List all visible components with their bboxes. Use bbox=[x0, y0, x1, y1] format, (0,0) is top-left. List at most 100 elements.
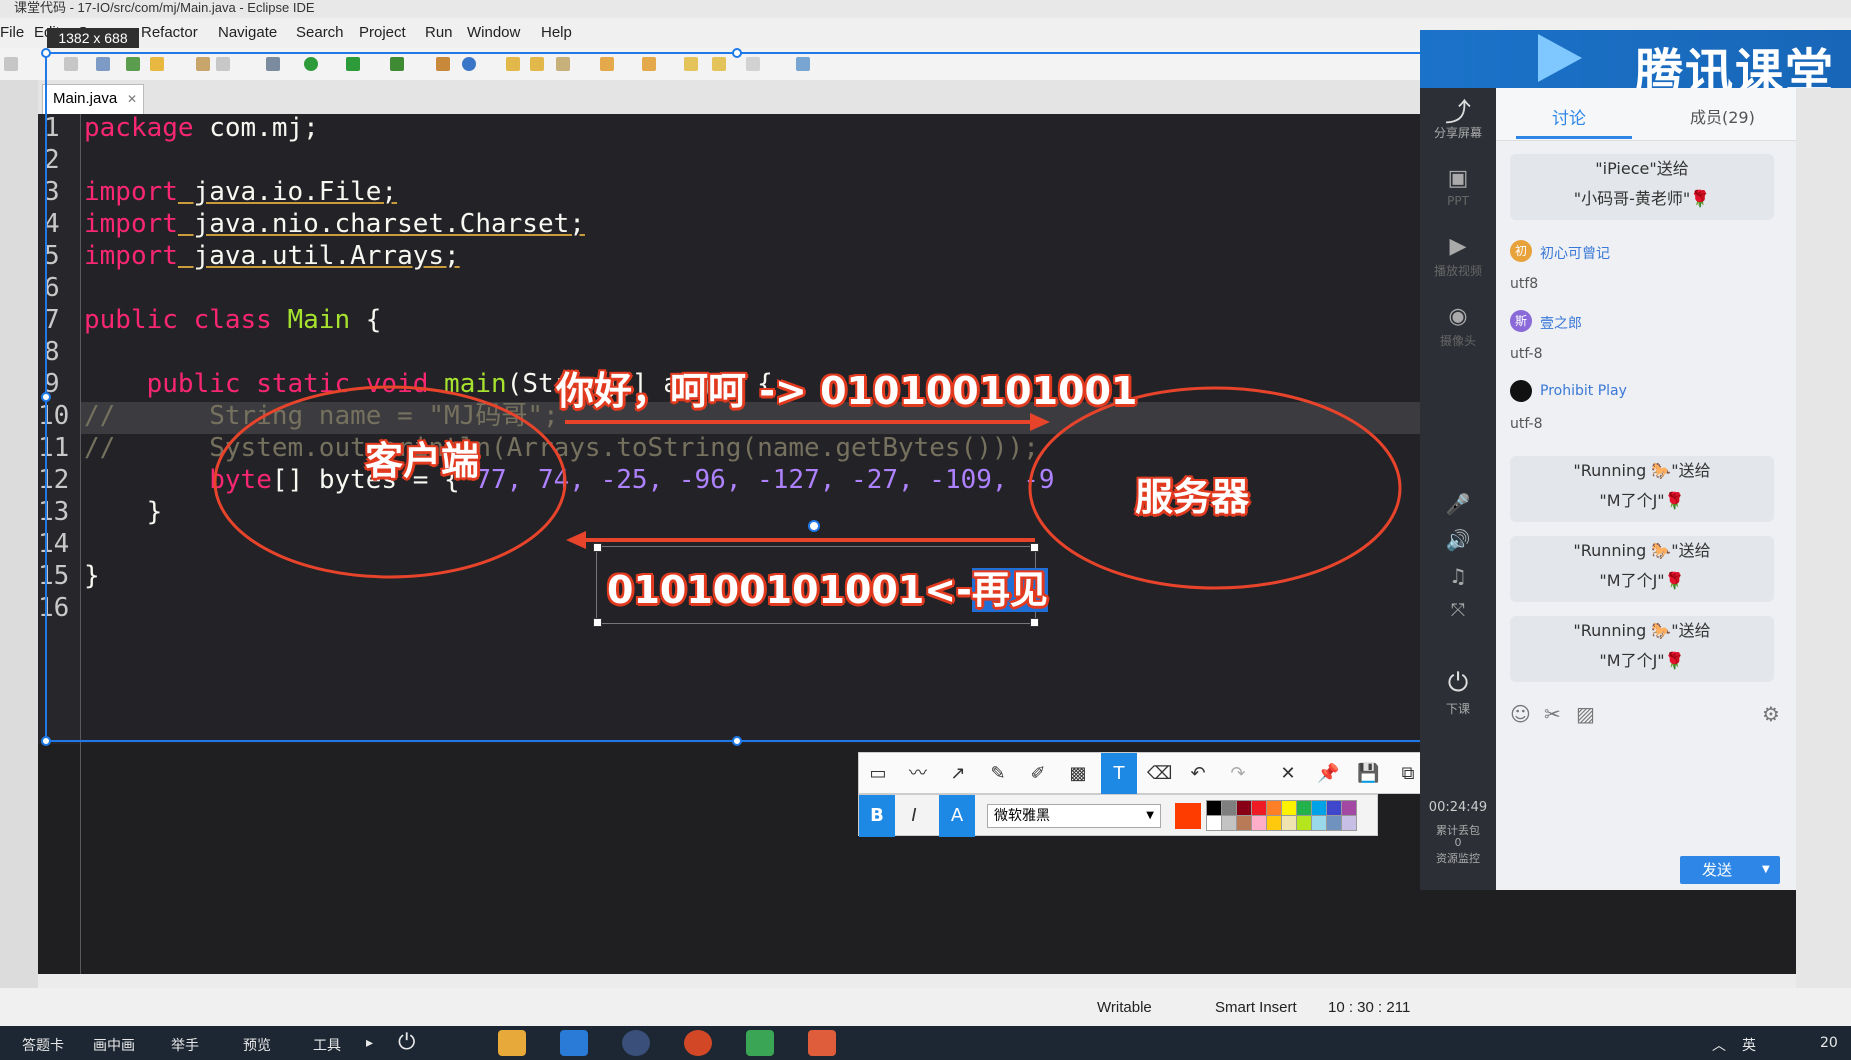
gear-icon[interactable]: ⚙ bbox=[1762, 702, 1780, 726]
color-swatch[interactable] bbox=[1236, 815, 1252, 831]
tab-members[interactable]: 成员(29) bbox=[1690, 104, 1755, 128]
active-tab-indicator bbox=[1516, 136, 1632, 139]
color-swatch[interactable] bbox=[1206, 800, 1222, 816]
camtasia-icon[interactable] bbox=[746, 1030, 774, 1056]
shape-icon[interactable]: ▭ bbox=[867, 763, 889, 785]
end-class-label: 下课 bbox=[1445, 702, 1470, 716]
gift-line: "M了个J"🌹 bbox=[1599, 491, 1685, 510]
drawing-tools-row: ▭ 〰 ↗ ✎ ✐ ▩ T ⌫ ↶ ↷ ✕ 📌 💾 ⧉ bbox=[858, 752, 1424, 795]
fullscreen-icon[interactable]: ⤧ bbox=[1420, 600, 1496, 621]
video-icon[interactable]: ▶ bbox=[1420, 234, 1496, 259]
writable-status: Writable bbox=[1097, 999, 1152, 1016]
chevron-down-icon[interactable]: ▼ bbox=[1762, 856, 1770, 884]
ppt-label: PPT bbox=[1447, 194, 1469, 208]
undo-icon[interactable]: ↶ bbox=[1187, 763, 1209, 785]
scissors-icon[interactable]: ✂ bbox=[1544, 702, 1561, 726]
gift-line: "Running 🐎"送给 bbox=[1573, 621, 1711, 640]
color-swatch[interactable] bbox=[1281, 815, 1297, 831]
discussion-panel: 讨论 成员(29) "iPiece"送给 "小码哥-黄老师"🌹 初 初心可曾记 … bbox=[1496, 88, 1796, 890]
share-screen-label: 分享屏幕 bbox=[1433, 126, 1482, 140]
clock: 20 bbox=[1820, 1035, 1838, 1051]
color-swatch[interactable] bbox=[1206, 815, 1222, 831]
chat-message: utf-8 bbox=[1510, 346, 1543, 362]
color-swatch[interactable] bbox=[1311, 815, 1327, 831]
color-swatch[interactable] bbox=[1326, 800, 1342, 816]
speaker-icon[interactable]: 🔊 bbox=[1420, 528, 1496, 552]
copy-icon[interactable]: ⧉ bbox=[1397, 763, 1419, 785]
class-timer: 00:24:49 bbox=[1428, 800, 1488, 815]
marker-icon[interactable]: ✐ bbox=[1027, 763, 1049, 785]
color-swatch[interactable] bbox=[1281, 800, 1297, 816]
gift-line: "小码哥-黄老师"🌹 bbox=[1573, 189, 1711, 208]
color-swatch[interactable] bbox=[1251, 800, 1267, 816]
raise-hand-button[interactable]: 举手 bbox=[171, 1035, 199, 1055]
cursor-position: 10 : 30 : 211 bbox=[1328, 999, 1411, 1016]
selection-handle[interactable] bbox=[41, 392, 51, 402]
text-tool-icon[interactable]: T bbox=[1101, 753, 1137, 795]
color-swatch[interactable] bbox=[1236, 800, 1252, 816]
italic-button[interactable]: I bbox=[903, 805, 925, 827]
answer-card-button[interactable]: 答题卡 bbox=[22, 1035, 64, 1055]
pen-icon[interactable]: ✎ bbox=[987, 763, 1009, 785]
color-swatch[interactable] bbox=[1296, 800, 1312, 816]
current-color-swatch[interactable] bbox=[1175, 803, 1201, 829]
color-swatch[interactable] bbox=[1311, 800, 1327, 816]
power-icon[interactable]: ⏻ bbox=[398, 1030, 415, 1055]
input-method-indicator[interactable]: 英 bbox=[1742, 1035, 1756, 1055]
mosaic-icon[interactable]: ▩ bbox=[1067, 763, 1089, 785]
selection-handle[interactable] bbox=[41, 736, 51, 746]
arrow-icon[interactable]: ↗ bbox=[947, 763, 969, 785]
color-swatch[interactable] bbox=[1221, 815, 1237, 831]
microphone-icon[interactable]: 🎤 bbox=[1420, 492, 1496, 516]
chevron-down-icon: ▼ bbox=[1146, 810, 1154, 821]
selection-handle[interactable] bbox=[732, 736, 742, 746]
tencent-header: 腾讯课堂 bbox=[1420, 30, 1851, 100]
color-swatch[interactable] bbox=[1341, 815, 1357, 831]
color-swatch[interactable] bbox=[1251, 815, 1267, 831]
font-name: 微软雅黑 bbox=[994, 808, 1050, 824]
close-icon[interactable]: ✕ bbox=[1277, 763, 1299, 785]
save-icon[interactable]: 💾 bbox=[1357, 763, 1379, 785]
play-icon[interactable]: ▸ bbox=[366, 1035, 373, 1051]
end-class-icon[interactable]: ⏻ bbox=[1420, 668, 1496, 699]
color-swatch[interactable] bbox=[1221, 800, 1237, 816]
freehand-icon[interactable]: 〰 bbox=[907, 763, 929, 785]
music-icon[interactable]: ♫ bbox=[1420, 564, 1496, 588]
chat-username[interactable]: 壹之郎 bbox=[1540, 313, 1582, 333]
color-swatch[interactable] bbox=[1266, 815, 1282, 831]
chat-username[interactable]: 初心可曾记 bbox=[1540, 243, 1610, 263]
preview-button[interactable]: 预览 bbox=[243, 1035, 271, 1055]
color-swatch[interactable] bbox=[1296, 815, 1312, 831]
emoji-icon[interactable]: ☺ bbox=[1510, 702, 1531, 726]
avatar bbox=[1510, 380, 1532, 402]
text-color-button[interactable]: A bbox=[939, 795, 975, 837]
color-swatch[interactable] bbox=[1326, 815, 1342, 831]
camera-icon[interactable]: ◉ bbox=[1420, 304, 1496, 329]
image-icon[interactable]: ▨ bbox=[1576, 702, 1595, 726]
selection-handle[interactable] bbox=[41, 48, 51, 58]
bold-button[interactable]: B bbox=[859, 795, 895, 837]
color-palette bbox=[1206, 800, 1377, 833]
powerpoint-icon[interactable] bbox=[684, 1030, 712, 1056]
chat-username[interactable]: Prohibit Play bbox=[1540, 383, 1627, 399]
color-swatch[interactable] bbox=[1341, 800, 1357, 816]
color-swatch[interactable] bbox=[1266, 800, 1282, 816]
redo-icon[interactable]: ↷ bbox=[1227, 763, 1249, 785]
pin-icon[interactable]: 📌 bbox=[1317, 763, 1339, 785]
ppt-icon[interactable]: ▣ bbox=[1420, 166, 1496, 191]
eraser-icon[interactable]: ⌫ bbox=[1147, 763, 1172, 785]
eclipse-icon[interactable] bbox=[622, 1030, 650, 1056]
tools-button[interactable]: 工具 bbox=[313, 1035, 341, 1055]
picture-in-picture-button[interactable]: 画中画 bbox=[93, 1035, 135, 1055]
send-button[interactable]: 发送 ▼ bbox=[1680, 856, 1780, 884]
classroom-side-toolbar: ⤴ 分享屏幕 ▣ PPT ▶ 播放视频 ◉ 摄像头 🎤 🔊 ♫ ⤧ ⏻ 下课 0… bbox=[1420, 88, 1496, 890]
selection-handle[interactable] bbox=[732, 48, 742, 58]
tab-discuss[interactable]: 讨论 bbox=[1552, 104, 1586, 129]
font-dropdown[interactable]: 微软雅黑 ▼ bbox=[987, 804, 1161, 828]
file-explorer-icon[interactable] bbox=[498, 1030, 526, 1056]
tray-expand-icon[interactable]: ︿ bbox=[1712, 1035, 1726, 1055]
gift-line: "M了个J"🌹 bbox=[1599, 571, 1685, 590]
recorder-icon[interactable] bbox=[808, 1030, 836, 1056]
gift-message: "Running 🐎"送给 "M了个J"🌹 bbox=[1510, 456, 1774, 522]
tencent-app-icon[interactable] bbox=[560, 1030, 588, 1056]
